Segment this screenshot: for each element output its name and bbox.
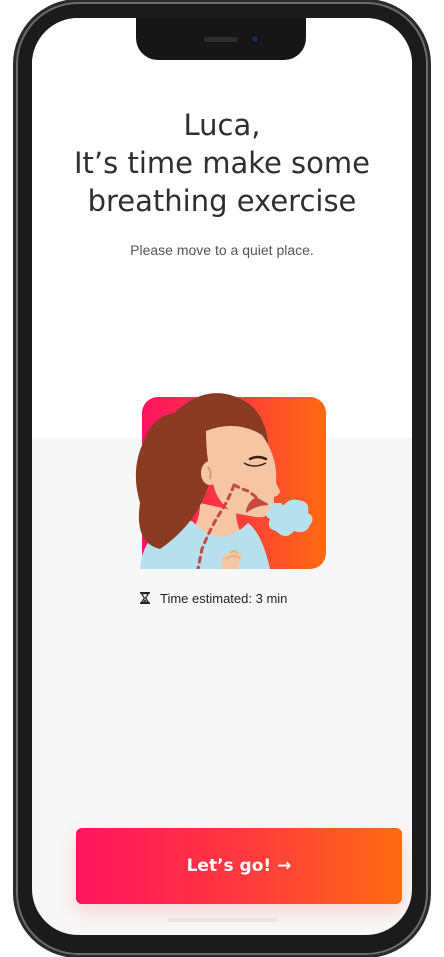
greeting-name: Luca, <box>183 108 261 142</box>
speaker-grille <box>204 37 238 42</box>
notch <box>136 18 306 60</box>
woman-breathing-illustration <box>135 393 326 569</box>
subtitle: Please move to a quiet place. <box>130 242 314 258</box>
lets-go-button[interactable]: Let’s go! → <box>76 828 402 904</box>
time-estimate: Time estimated: 3 min <box>140 589 287 607</box>
front-camera-icon <box>250 34 260 44</box>
title-line-1: It’s time make some <box>74 146 370 180</box>
app-screen: Luca, It’s time make some breathing exer… <box>32 18 412 935</box>
title-line-2: breathing exercise <box>87 184 357 218</box>
time-estimate-label: Time estimated: 3 min <box>160 590 288 606</box>
lets-go-label: Let’s go! <box>186 856 272 876</box>
hourglass-icon <box>140 592 150 604</box>
page-title: Luca, It’s time make some breathing exer… <box>32 106 412 220</box>
arrow-right-icon: → <box>277 856 292 876</box>
home-indicator <box>168 918 278 922</box>
